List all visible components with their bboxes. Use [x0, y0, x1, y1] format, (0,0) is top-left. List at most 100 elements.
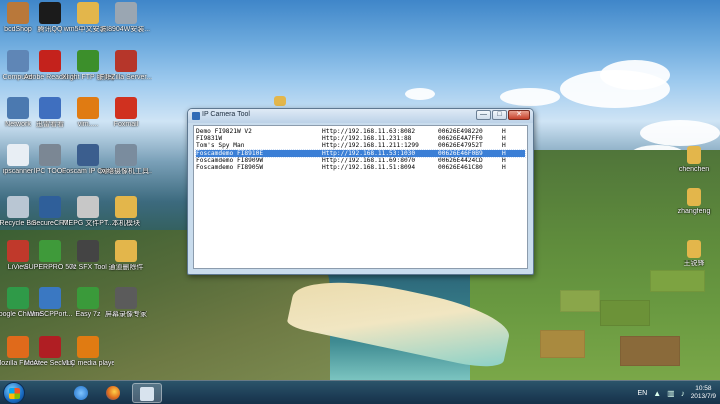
- network-icon[interactable]: ▥: [667, 389, 675, 398]
- clock-time: 10:58: [695, 385, 712, 392]
- camera-mac: 00626E498220: [438, 128, 483, 135]
- ipc-tool-icon: [39, 144, 61, 166]
- cloud: [640, 120, 720, 146]
- camera-flag: H: [502, 163, 506, 171]
- xlight-ftp-icon: [77, 50, 99, 72]
- winscp-icon: [39, 287, 61, 309]
- desktop-icon-folder[interactable]: 本机模块: [100, 196, 152, 228]
- camera-tool-icon: [115, 144, 137, 166]
- maximize-button[interactable]: □: [492, 110, 507, 120]
- field: [560, 290, 600, 312]
- camera-url: Http://192.168.11.69:8070: [322, 156, 416, 164]
- ip-camera-tool-icon: [140, 387, 154, 401]
- camera-url: Http://192.168.11.231:88: [322, 135, 412, 143]
- vlc-cone-icon: [77, 336, 99, 358]
- mcafee-icon: [39, 336, 61, 358]
- start-button[interactable]: [3, 382, 25, 404]
- window-title: IP Camera Tool: [202, 111, 250, 118]
- minimize-button[interactable]: —: [476, 110, 491, 120]
- language-indicator[interactable]: EN: [637, 390, 647, 397]
- folder-icon[interactable]: [270, 96, 290, 108]
- desktop-icon-filezilla[interactable]: FileZilla Server...: [100, 50, 152, 82]
- field: [540, 330, 585, 358]
- clock-date: 2013/7/9: [690, 393, 716, 400]
- desktop-icon-label: FI8904W安装...: [101, 26, 151, 33]
- volume-icon[interactable]: ♪: [681, 389, 685, 398]
- adobe-reader-icon: [39, 50, 61, 72]
- desktop-icon-folder[interactable]: 通道删除件: [100, 240, 152, 272]
- camera-name: Demo FI9821W V2: [196, 128, 252, 135]
- ie-icon: [74, 386, 88, 400]
- taskbar-button-ip-camera-tool[interactable]: [132, 383, 162, 403]
- cloud: [500, 88, 560, 106]
- folder-icon: [77, 2, 99, 24]
- camera-row[interactable]: Foscamdemo FI8905W Http://192.168.11.51:8…: [196, 164, 525, 171]
- cloud: [405, 88, 435, 100]
- window-titlebar[interactable]: IP Camera Tool — □ ✕: [188, 109, 533, 123]
- camera-row[interactable]: Demo FI9821W V2 Http://192.168.11.63:8082…: [196, 128, 525, 135]
- folder-icon: [687, 146, 701, 164]
- folder-glyph: [274, 96, 286, 106]
- filezilla-icon: [115, 50, 137, 72]
- camera-mac: 00626E47952T: [438, 142, 483, 150]
- desktop-icon-label: Foxmail: [113, 121, 139, 128]
- firefox-icon: [106, 386, 120, 400]
- camera-mac: 00626E46F0B9: [438, 149, 483, 157]
- camera-row[interactable]: Tom's Spy Man Http://192.168.11.211:1299 0…: [196, 142, 525, 149]
- ip-camera-tool-window[interactable]: IP Camera Tool — □ ✕ Demo FI9821W V2 Http…: [187, 108, 534, 275]
- close-button[interactable]: ✕: [508, 110, 530, 120]
- desktop-icon-foxmail[interactable]: Foxmail: [100, 97, 152, 129]
- camera-row[interactable]: Foscamdemo FI8910E Http://192.168.11.53:1…: [195, 148, 526, 158]
- foxmail-icon: [115, 97, 137, 119]
- taskbar-button-ie[interactable]: [66, 383, 96, 403]
- xunlei-player-icon: [39, 97, 61, 119]
- desktop-icon-document[interactable]: FI8904W安装...: [100, 2, 152, 34]
- camera-mac: 00626E4A7FF0: [438, 135, 483, 143]
- desktop-icon-label: VLC media player: [62, 360, 114, 367]
- field: [600, 300, 650, 326]
- superpro-icon: [39, 240, 61, 262]
- camera-row[interactable]: Foscamdemo FI8909W Http://192.168.11.69:8…: [196, 157, 525, 164]
- desktop-icon-camera-tool[interactable]: 网络摄像机工具...: [100, 144, 152, 176]
- camera-list-rows: Demo FI9821W V2 Http://192.168.11.63:8082…: [194, 126, 527, 171]
- camera-name: FI9831W: [196, 135, 223, 143]
- screen-recorder-icon: [115, 287, 137, 309]
- desktop-icon-screen-recorder[interactable]: 屏幕录像专家: [100, 287, 152, 319]
- document-icon: [115, 2, 137, 24]
- folder-icon: [687, 240, 701, 258]
- taskbar-button-firefox[interactable]: [98, 383, 128, 403]
- camera-flag: H: [502, 156, 506, 164]
- 7zip-icon: [77, 240, 99, 262]
- camera-name: Tom's Spy Man: [196, 142, 245, 150]
- desktop-icon-label: FileZilla Server...: [100, 74, 152, 81]
- mpeg-file-icon: [77, 196, 99, 218]
- desktop-icon-vlc-cone[interactable]: VLC media player: [62, 336, 114, 368]
- camera-flag: H: [502, 142, 506, 150]
- desktop-icon-label: 网络摄像机工具...: [100, 168, 152, 175]
- camera-list[interactable]: Demo FI9821W V2 Http://192.168.11.63:8082…: [193, 125, 528, 269]
- camera-name: Foscamdemo FI8909W: [196, 156, 264, 164]
- desktop-folder[interactable]: zhangfeng: [668, 188, 720, 216]
- windows-logo-icon: [9, 388, 20, 399]
- tray-arrow-icon[interactable]: ▲: [653, 389, 661, 398]
- field: [620, 336, 680, 366]
- camera-name: Foscamdemo FI8905W: [196, 163, 264, 171]
- folder-icon: [115, 196, 137, 218]
- desktop-icon-label: 本机模块: [112, 220, 140, 227]
- camera-row[interactable]: FI9831W Http://192.168.11.231:88 00626E4A7…: [196, 135, 525, 142]
- cloud: [600, 60, 670, 90]
- camera-mac: 00626E4424CD: [438, 156, 483, 164]
- camera-flag: H: [502, 135, 506, 143]
- desktop-icon-label: 通道删除件: [108, 264, 144, 271]
- desktop-folder[interactable]: 王锐锋: [668, 240, 720, 268]
- camera-url: Http://192.168.11.51:8094: [322, 163, 416, 171]
- clock[interactable]: 10:58 2013/7/9: [691, 385, 716, 401]
- field: [650, 270, 705, 292]
- camera-url: Http://192.168.11.63:8082: [322, 128, 416, 135]
- camera-mac: 00626E461C80: [438, 163, 483, 171]
- qq-penguin-icon: [39, 2, 61, 24]
- foscam-icon: [77, 144, 99, 166]
- camera-flag: H: [502, 149, 506, 157]
- camera-name: Foscamdemo FI8910E: [196, 149, 264, 157]
- desktop-folder[interactable]: chenchen: [668, 146, 720, 174]
